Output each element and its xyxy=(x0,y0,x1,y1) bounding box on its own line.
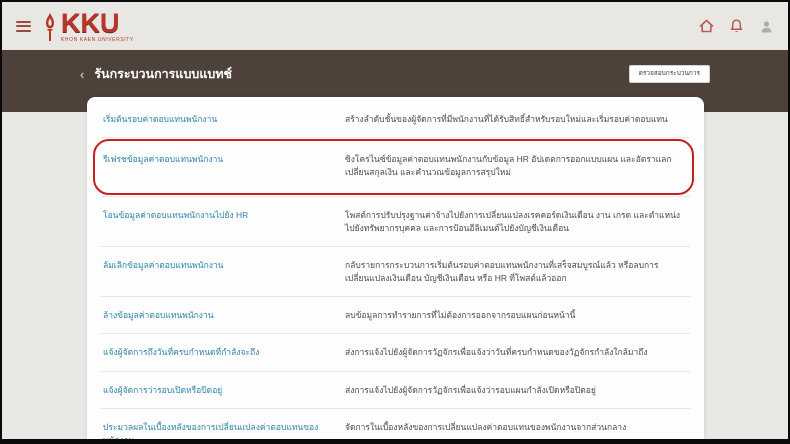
process-row-refresh-data: รีเฟรชข้อมูลค่าตอบแทนพนักงาน ซิงโครไนซ์ข… xyxy=(101,138,690,196)
process-description: ลบข้อมูลการทำรายการที่ไม่ต้องการออกจากรอ… xyxy=(345,309,688,322)
process-description: กลับรายการกระบวนการเริ่มต้นรอบค่าตอบแทนพ… xyxy=(345,259,688,285)
process-row-transfer-to-hr: โอนข้อมูลค่าตอบแทนพนักงานไปยัง HR โพสต์ก… xyxy=(101,197,690,247)
process-row-start-cycle: เริ่มต้นรอบค่าตอบแทนพนักงาน สร้างลำดับชั… xyxy=(101,101,690,138)
process-link[interactable]: โอนข้อมูลค่าตอบแทนพนักงานไปยัง HR xyxy=(103,209,331,222)
monitor-processes-button[interactable]: ตรวจสอบกระบวนการ xyxy=(629,65,710,84)
app-window: KKU KHON KAEN UNIVERSITY ‹ รันกระบวนการแ… xyxy=(0,0,790,444)
process-description: ส่งการแจ้งไปยังผู้จัดการวัฏจักรเพื่อแจ้ง… xyxy=(345,346,688,359)
process-description: โพสต์การปรับปรุงฐานค่าจ้างไปยังการเปลี่ย… xyxy=(345,209,688,235)
process-row-notify-cycle-open-closed: แจ้งผู้จัดการว่ารอบเปิดหรือปิดอยู่ ส่งกา… xyxy=(101,372,690,409)
process-description: สร้างลำดับชั้นของผู้จัดการที่มีพนักงานที… xyxy=(345,113,688,126)
process-row-notify-deadline: แจ้งผู้จัดการถึงวันที่ครบกำหนดที่กำลังจะ… xyxy=(101,334,690,371)
process-link[interactable]: แจ้งผู้จัดการว่ารอบเปิดหรือปิดอยู่ xyxy=(103,384,331,397)
page-title: รันกระบวนการแบบแบทช์ xyxy=(94,64,232,84)
process-description: จัดการในเบื้องหลังของการเปลี่ยนแปลงค่าตอ… xyxy=(345,421,688,434)
process-link[interactable]: รีเฟรชข้อมูลค่าตอบแทนพนักงาน xyxy=(103,153,331,166)
user-icon[interactable] xyxy=(758,18,774,34)
process-description: ซิงโครไนซ์ข้อมูลค่าตอบแทนพนักงานกับข้อมู… xyxy=(345,153,688,179)
process-row-process-changes-background: ประมวลผลในเบื้องหลังของการเปลี่ยนแปลงค่า… xyxy=(101,409,690,439)
process-link[interactable]: เริ่มต้นรอบค่าตอบแทนพนักงาน xyxy=(103,113,331,126)
process-link[interactable]: ล้มเลิกข้อมูลค่าตอบแทนพนักงาน xyxy=(103,259,331,272)
process-list-card: เริ่มต้นรอบค่าตอบแทนพนักงาน สร้างลำดับชั… xyxy=(87,97,704,439)
app-header: KKU KHON KAEN UNIVERSITY xyxy=(2,2,788,50)
process-link[interactable]: แจ้งผู้จัดการถึงวันที่ครบกำหนดที่กำลังจะ… xyxy=(103,346,331,359)
torch-icon xyxy=(43,12,57,42)
process-description: ส่งการแจ้งไปยังผู้จัดการวัฏจักรเพื่อแจ้ง… xyxy=(345,384,688,397)
process-link[interactable]: ล้างข้อมูลค่าตอบแทนพนักงาน xyxy=(103,309,331,322)
process-row-back-out-data: ล้มเลิกข้อมูลค่าตอบแทนพนักงาน กลับรายการ… xyxy=(101,247,690,297)
logo-text: KKU xyxy=(61,10,134,37)
kku-logo[interactable]: KKU KHON KAEN UNIVERSITY xyxy=(43,10,134,43)
back-chevron-icon[interactable]: ‹ xyxy=(80,68,84,81)
home-icon[interactable] xyxy=(698,18,714,34)
process-row-purge-data: ล้างข้อมูลค่าตอบแทนพนักงาน ลบข้อมูลการทำ… xyxy=(101,297,690,334)
menu-icon[interactable] xyxy=(16,21,31,32)
notification-bell-icon[interactable] xyxy=(728,18,744,34)
logo-subtext: KHON KAEN UNIVERSITY xyxy=(61,38,134,43)
process-link[interactable]: ประมวลผลในเบื้องหลังของการเปลี่ยนแปลงค่า… xyxy=(103,421,331,439)
